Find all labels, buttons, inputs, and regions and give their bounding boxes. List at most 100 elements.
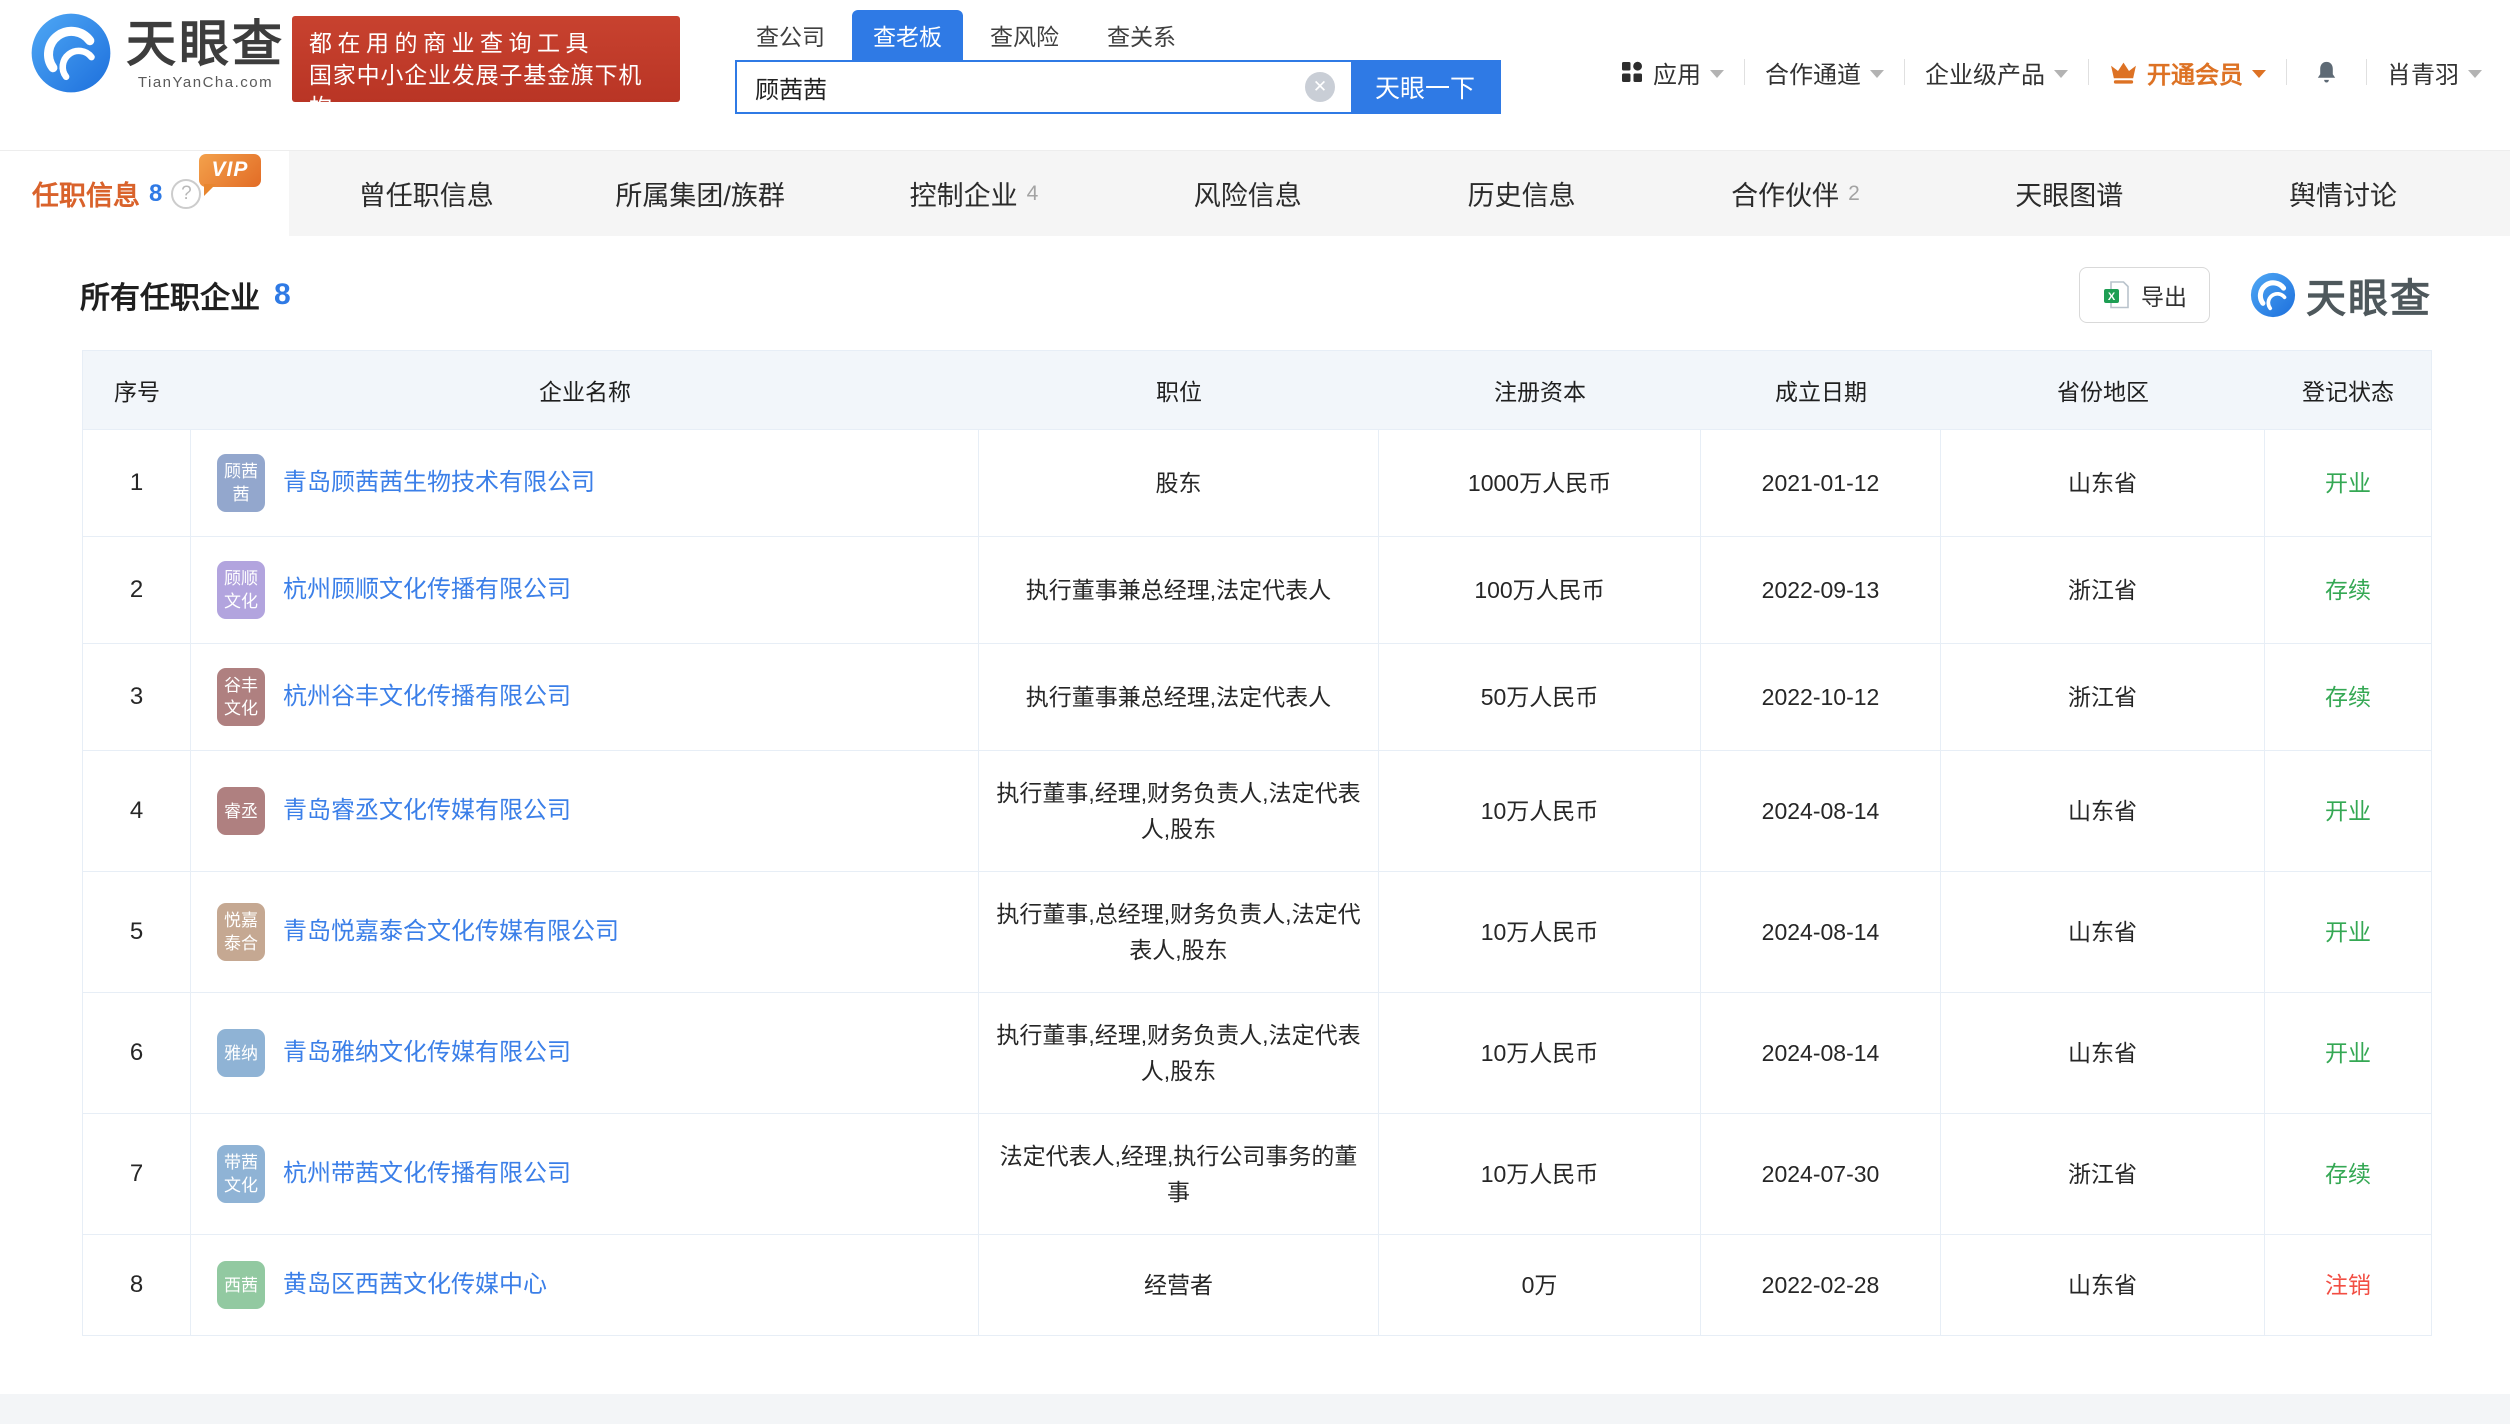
nav-apps-label: 应用 — [1653, 55, 1701, 90]
page-title: 所有任职企业 — [80, 273, 260, 317]
company-link[interactable]: 青岛雅纳文化传媒有限公司 — [283, 1036, 571, 1070]
chevron-down-icon — [2252, 70, 2266, 78]
status-badge: 开业 — [2265, 430, 2431, 536]
table-header: 序号企业名称职位注册资本成立日期省份地区登记状态 — [83, 351, 2431, 429]
table-row: 7 带茜文化 杭州带茜文化传播有限公司 法定代表人,经理,执行公司事务的董事 1… — [83, 1113, 2431, 1234]
username: 肖青羽 — [2387, 55, 2459, 90]
apps-grid-icon — [1620, 60, 1644, 84]
company-logo-badge[interactable]: 顾茜茜 — [217, 454, 265, 512]
section-tab[interactable]: 风险信息 — [1111, 151, 1385, 236]
table-body: 1 顾茜茜 青岛顾茜茜生物技术有限公司 股东 1000万人民币 2021-01-… — [83, 429, 2431, 1335]
section-tab[interactable]: 所属集团/族群 — [563, 151, 837, 236]
registered-capital-cell: 50万人民币 — [1379, 644, 1701, 750]
notifications[interactable] — [2313, 59, 2340, 86]
position-cell: 执行董事,经理,财务负责人,法定代表人,股东 — [979, 993, 1379, 1113]
tianyancha-logo[interactable]: 天眼查 TianYanCha.com — [30, 12, 285, 94]
search-type-tab[interactable]: 查公司 — [735, 10, 846, 60]
brand-name: 天眼查 — [126, 16, 285, 72]
section-tab-label: 曾任职信息 — [359, 174, 494, 213]
position-cell: 执行董事,经理,财务负责人,法定代表人,股东 — [979, 751, 1379, 871]
notification-bell-icon — [2313, 59, 2340, 86]
established-date-cell: 2024-07-30 — [1701, 1114, 1941, 1234]
company-link[interactable]: 杭州谷丰文化传播有限公司 — [283, 680, 571, 714]
section-tab[interactable]: 合作伙伴 2 — [1659, 151, 1933, 236]
company-link[interactable]: 青岛睿丞文化传媒有限公司 — [283, 794, 571, 828]
positions-table: 序号企业名称职位注册资本成立日期省份地区登记状态 1 顾茜茜 青岛顾茜茜生物技术… — [82, 350, 2432, 1336]
section-tab[interactable]: 控制企业 4 — [837, 151, 1111, 236]
nav-vip-label: 开通会员 — [2147, 55, 2243, 90]
nav-enterprise-products[interactable]: 企业级产品 — [1925, 55, 2068, 90]
search-button[interactable]: 天眼一下 — [1351, 62, 1499, 112]
section-tab-label: 风险信息 — [1194, 174, 1302, 213]
established-date-cell: 2024-08-14 — [1701, 872, 1941, 992]
top-header: 天眼查 TianYanCha.com 都在用的商业查询工具 国家中小企业发展子基… — [0, 0, 2510, 150]
chevron-down-icon — [1710, 70, 1724, 78]
company-link[interactable]: 黄岛区西茜文化传媒中心 — [283, 1268, 547, 1302]
position-cell: 股东 — [979, 430, 1379, 536]
company-link[interactable]: 青岛悦嘉泰合文化传媒有限公司 — [283, 915, 619, 949]
help-icon[interactable]: ? — [171, 179, 201, 209]
company-logo-badge[interactable]: 顾顺文化 — [217, 561, 265, 619]
company-logo-badge[interactable]: 西茜 — [217, 1261, 265, 1309]
established-date-cell: 2022-02-28 — [1701, 1235, 1941, 1335]
status-badge: 注销 — [2265, 1235, 2431, 1335]
chevron-down-icon — [2054, 70, 2068, 78]
position-cell: 执行董事兼总经理,法定代表人 — [979, 644, 1379, 750]
serial-number: 4 — [83, 751, 191, 871]
user-menu[interactable]: 肖青羽 — [2387, 55, 2482, 90]
province-cell: 山东省 — [1941, 872, 2265, 992]
nav-partner-channel[interactable]: 合作通道 — [1765, 55, 1884, 90]
nav-open-vip[interactable]: 开通会员 — [2109, 55, 2266, 90]
position-cell: 法定代表人,经理,执行公司事务的董事 — [979, 1114, 1379, 1234]
established-date-cell: 2024-08-14 — [1701, 993, 1941, 1113]
nav-partner-label: 合作通道 — [1765, 55, 1861, 90]
status-badge: 存续 — [2265, 1114, 2431, 1234]
province-cell: 山东省 — [1941, 1235, 2265, 1335]
column-header: 注册资本 — [1379, 351, 1701, 429]
footer-strip — [0, 1394, 2510, 1424]
section-tab[interactable]: 舆情讨论 — [2206, 151, 2480, 236]
company-link[interactable]: 杭州顾顺文化传播有限公司 — [283, 573, 571, 607]
registered-capital-cell: 1000万人民币 — [1379, 430, 1701, 536]
section-tab[interactable]: 天眼图谱 — [1932, 151, 2206, 236]
promo-line-2: 国家中小企业发展子基金旗下机构 — [309, 59, 663, 123]
nav-divider — [2366, 59, 2367, 85]
search-type-tab[interactable]: 查风险 — [969, 10, 1080, 60]
section-tab[interactable]: 历史信息 — [1385, 151, 1659, 236]
column-header: 序号 — [83, 351, 191, 429]
table-row: 8 西茜 黄岛区西茜文化传媒中心 经营者 0万 2022-02-28 山东省 注… — [83, 1234, 2431, 1335]
section-tab-count: 4 — [1027, 182, 1039, 206]
clear-search-icon[interactable]: ✕ — [1305, 72, 1335, 102]
export-label: 导出 — [2141, 278, 2187, 312]
export-button[interactable]: X 导出 — [2079, 267, 2210, 323]
section-tab[interactable]: VIP 任职信息 8 ? — [0, 151, 289, 236]
column-header: 企业名称 — [191, 351, 979, 429]
table-row: 4 睿丞 青岛睿丞文化传媒有限公司 执行董事,经理,财务负责人,法定代表人,股东… — [83, 750, 2431, 871]
status-badge: 存续 — [2265, 644, 2431, 750]
section-tab[interactable]: 曾任职信息 — [289, 151, 563, 236]
company-link[interactable]: 青岛顾茜茜生物技术有限公司 — [283, 466, 595, 500]
section-tab-label: 所属集团/族群 — [615, 174, 785, 213]
company-link[interactable]: 杭州带茜文化传播有限公司 — [283, 1157, 571, 1191]
established-date-cell: 2022-10-12 — [1701, 644, 1941, 750]
nav-divider — [1904, 59, 1905, 85]
company-logo-badge[interactable]: 悦嘉泰合 — [217, 903, 265, 961]
company-logo-badge[interactable]: 睿丞 — [217, 787, 265, 835]
company-logo-badge[interactable]: 谷丰文化 — [217, 668, 265, 726]
column-header: 职位 — [979, 351, 1379, 429]
section-header: 所有任职企业 8 X 导出 天眼查 — [0, 236, 2510, 350]
search-type-tab[interactable]: 查老板 — [852, 10, 963, 60]
table-row: 5 悦嘉泰合 青岛悦嘉泰合文化传媒有限公司 执行董事,总经理,财务负责人,法定代… — [83, 871, 2431, 992]
company-logo-badge[interactable]: 带茜文化 — [217, 1145, 265, 1203]
section-tab-label: 合作伙伴 — [1731, 174, 1839, 213]
company-logo-badge[interactable]: 雅纳 — [217, 1029, 265, 1077]
serial-number: 5 — [83, 872, 191, 992]
search-input[interactable] — [737, 62, 1351, 112]
position-cell: 经营者 — [979, 1235, 1379, 1335]
status-badge: 存续 — [2265, 537, 2431, 643]
nav-apps[interactable]: 应用 — [1620, 55, 1724, 90]
province-cell: 山东省 — [1941, 430, 2265, 536]
brand-domain: TianYanCha.com — [138, 74, 273, 91]
search-type-tab[interactable]: 查关系 — [1086, 10, 1197, 60]
section-tab-label: 任职信息 — [32, 174, 140, 213]
